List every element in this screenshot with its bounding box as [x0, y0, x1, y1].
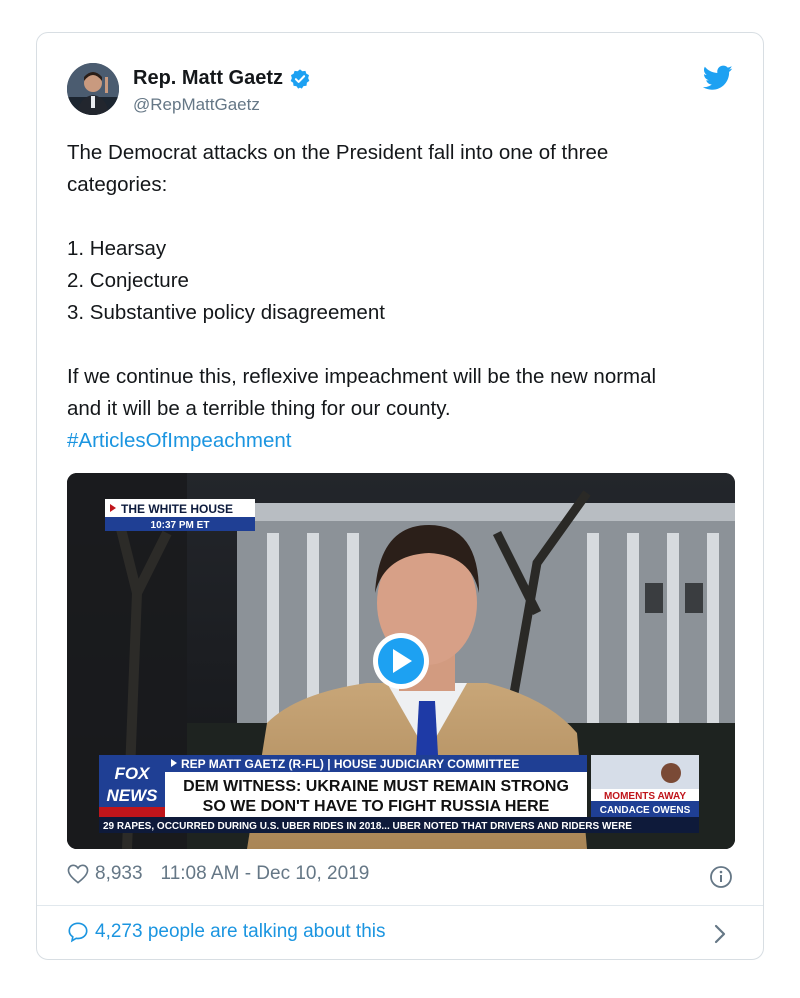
conversation-count[interactable]: 4,273 people are talking about this — [95, 921, 386, 943]
hashtag-link[interactable]: #ArticlesOfImpeachment — [67, 425, 747, 457]
twitter-bird-icon[interactable] — [703, 65, 733, 91]
author-name[interactable]: Rep. Matt Gaetz — [133, 67, 311, 90]
logo-text-bottom: NEWS — [107, 786, 159, 805]
promo-line-2: CANDACE OWENS — [600, 805, 691, 816]
avatar[interactable] — [67, 63, 119, 115]
list-item: 2. Conjecture — [67, 269, 189, 292]
tweet-line: The Democrat attacks on the President fa… — [67, 141, 609, 164]
time-label: 10:37 PM ET — [151, 520, 210, 531]
heart-icon[interactable] — [67, 864, 89, 884]
logo-text-top: FOX — [115, 764, 152, 783]
tweet-line: and it will be a terrible thing for our … — [67, 397, 451, 420]
tweet-line: categories: — [67, 173, 168, 196]
location-label: THE WHITE HOUSE — [121, 502, 233, 516]
tweet-card: Rep. Matt Gaetz @RepMattGaetz The Democr… — [36, 32, 764, 960]
conversation-link[interactable]: 4,273 people are talking about this — [67, 921, 386, 943]
tweet-meta: 8,933 11:08 AM - Dec 10, 2019 — [67, 863, 369, 885]
headline-line-1: DEM WITNESS: UKRAINE MUST REMAIN STRONG — [183, 778, 569, 795]
author-handle[interactable]: @RepMattGaetz — [133, 95, 260, 115]
promo-line-1: MOMENTS AWAY — [604, 791, 686, 802]
tweet-line: If we continue this, reflexive impeachme… — [67, 365, 657, 388]
headline-line-2: SO WE DON'T HAVE TO FIGHT RUSSIA HERE — [203, 798, 550, 815]
video-player[interactable]: THE WHITE HOUSE 10:37 PM ET FOX NEWS REP… — [67, 473, 735, 849]
timestamp[interactable]: 11:08 AM - Dec 10, 2019 — [161, 863, 370, 885]
info-icon[interactable] — [709, 865, 733, 889]
list-item: 1. Hearsay — [67, 237, 167, 260]
verified-badge-icon — [290, 68, 310, 89]
divider — [37, 905, 763, 906]
tweet-text: The Democrat attacks on the President fa… — [67, 137, 747, 457]
lower-third-label: REP MATT GAETZ (R-FL) | HOUSE JUDICIARY … — [181, 757, 519, 771]
news-ticker: 29 RAPES, OCCURRED DURING U.S. UBER RIDE… — [103, 821, 632, 832]
speech-bubble-icon — [68, 922, 88, 943]
list-item: 3. Substantive policy disagreement — [67, 301, 385, 324]
like-count[interactable]: 8,933 — [95, 863, 143, 885]
author-name-text[interactable]: Rep. Matt Gaetz — [133, 67, 283, 90]
chevron-right-icon[interactable] — [713, 923, 727, 945]
promo-thumbnail — [591, 755, 699, 789]
